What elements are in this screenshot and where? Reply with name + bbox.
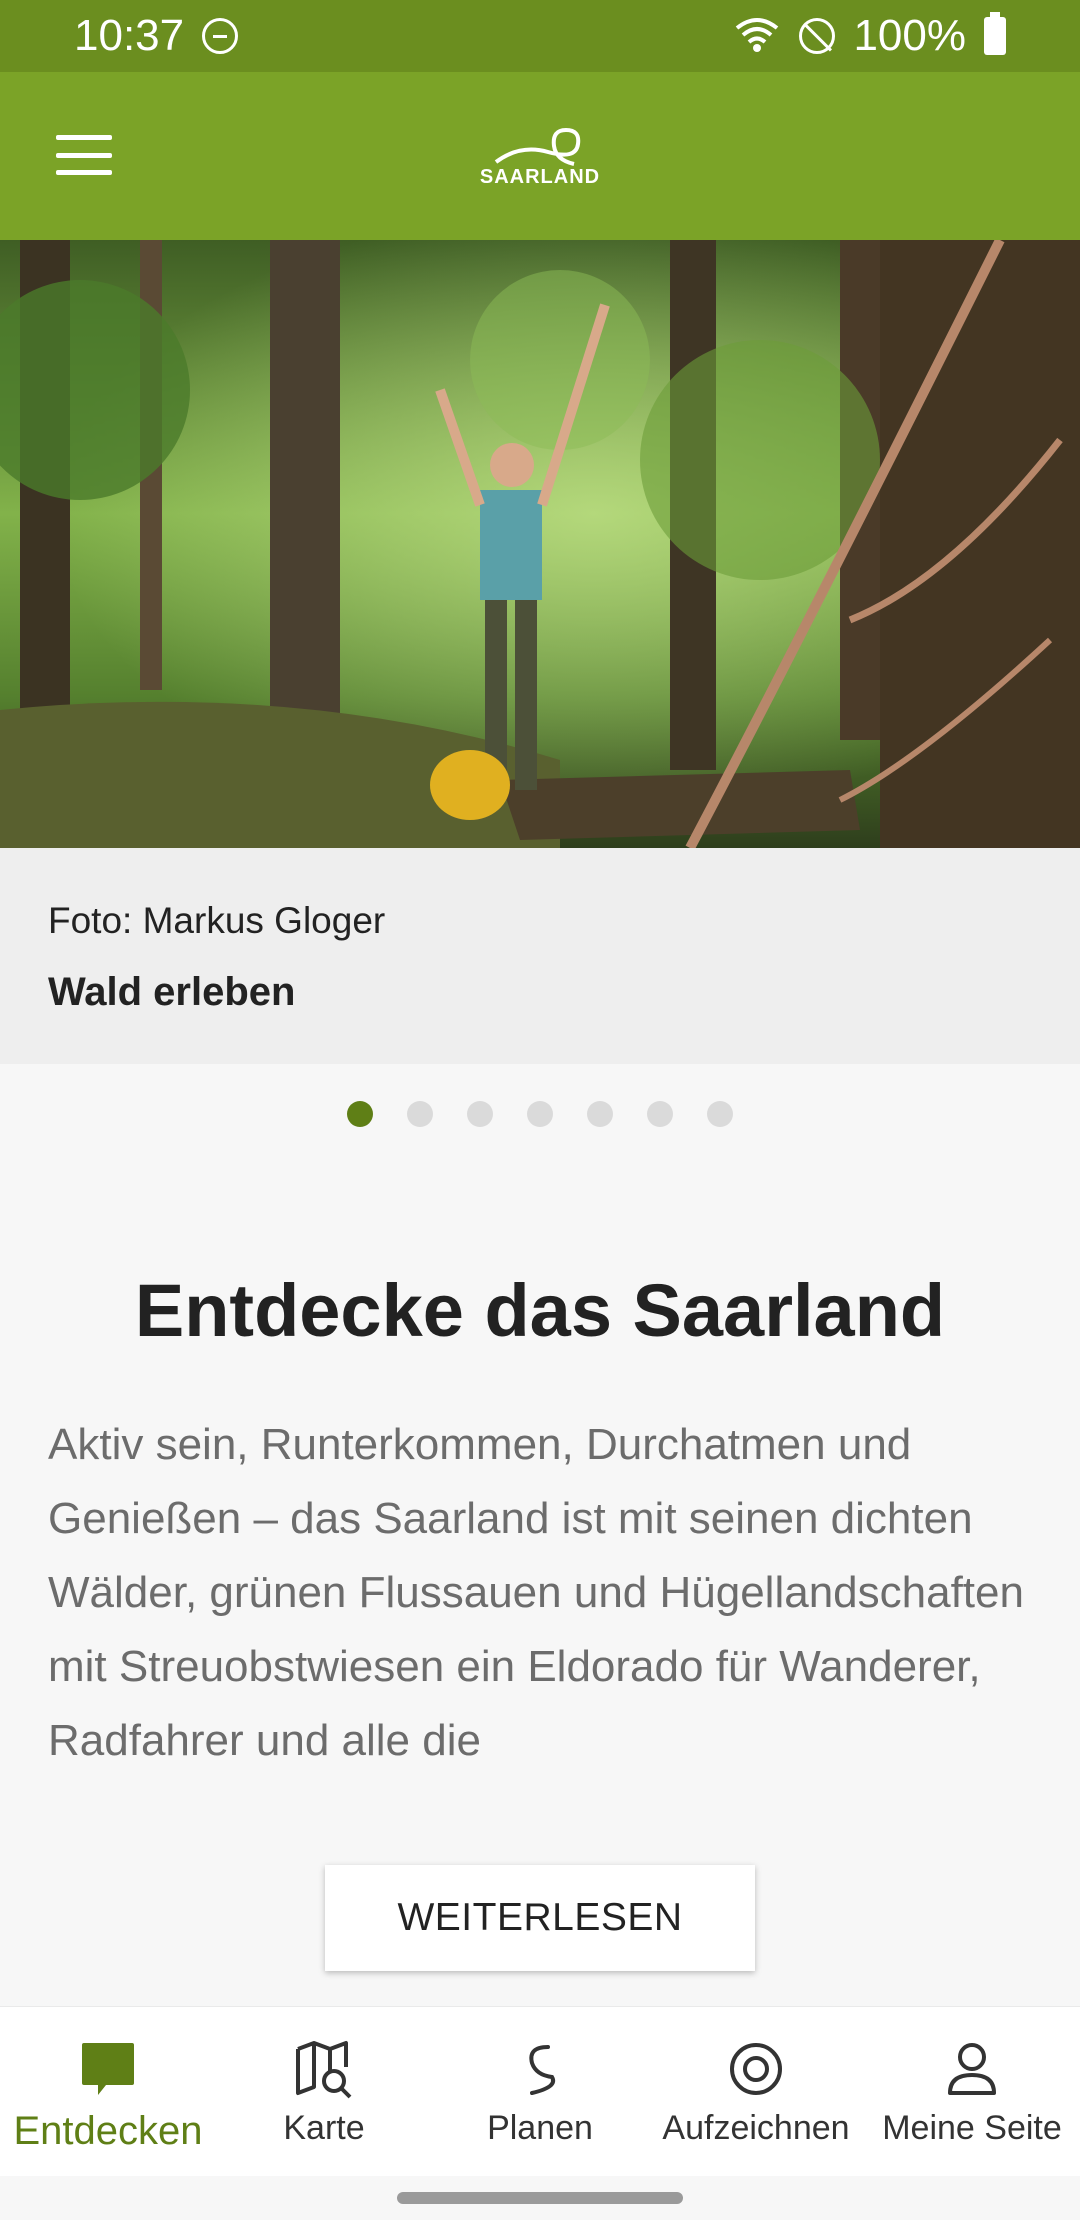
status-bar: 10:37 100% (0, 0, 1080, 72)
nav-item-planen[interactable]: Planen (432, 2007, 648, 2176)
nav-item-karte[interactable]: Karte (216, 2007, 432, 2176)
speech-bubble-icon (82, 2043, 134, 2095)
record-target-icon (730, 2043, 782, 2095)
user-icon (948, 2043, 996, 2095)
wifi-icon (736, 18, 779, 52)
blocked-icon (799, 18, 836, 54)
app-bar: SAARLAND (0, 72, 1080, 240)
nav-item-entdecken[interactable]: Entdecken (0, 2007, 216, 2176)
carousel-dot[interactable] (707, 1101, 733, 1127)
hamburger-menu-icon[interactable] (56, 135, 112, 175)
logo-text: SAARLAND (479, 165, 601, 188)
intro-text: Aktiv sein, Runterkommen, Durchatmen und… (48, 1420, 1024, 1765)
carousel-indicator (0, 1101, 1080, 1127)
forest-photo (0, 240, 1080, 848)
carousel-dot[interactable] (347, 1101, 373, 1127)
nav-label: Aufzeichnen (662, 2109, 850, 2147)
nav-item-meine-seite[interactable]: Meine Seite (864, 2007, 1080, 2176)
saarland-logo: SAARLAND (480, 124, 600, 189)
photo-credit: Foto: Markus Gloger (48, 900, 386, 941)
status-left: 10:37 (74, 11, 239, 61)
do-not-disturb-icon (202, 18, 239, 54)
hero-image[interactable] (0, 240, 1080, 848)
map-search-icon (296, 2041, 352, 2099)
battery-percent: 100% (853, 11, 966, 60)
battery-icon (984, 12, 1006, 55)
nav-label: Karte (283, 2109, 365, 2147)
hero-caption: Foto: Markus Gloger Wald erleben (0, 848, 1080, 1064)
nav-label: Meine Seite (882, 2109, 1062, 2147)
status-right: 100% (733, 11, 1006, 61)
carousel-dot[interactable] (647, 1101, 673, 1127)
bottom-navigation: Entdecken Karte Planen Aufzeichnen Meine… (0, 2006, 1080, 2176)
carousel-dot[interactable] (527, 1101, 553, 1127)
clock: 10:37 (74, 11, 185, 60)
nav-label: Entdecken (13, 2109, 203, 2153)
carousel-dot[interactable] (407, 1101, 433, 1127)
page-headline: Entdecke das Saarland (134, 1269, 946, 1352)
carousel-dot[interactable] (467, 1101, 493, 1127)
hero-title: Wald erleben (48, 970, 296, 1014)
read-more-button[interactable]: WEITERLESEN (325, 1865, 755, 1971)
carousel-dot[interactable] (587, 1101, 613, 1127)
nav-label: Planen (487, 2109, 593, 2147)
gesture-bar[interactable] (397, 2192, 683, 2204)
nav-item-aufzeichnen[interactable]: Aufzeichnen (648, 2007, 864, 2176)
route-icon (529, 2045, 555, 2095)
